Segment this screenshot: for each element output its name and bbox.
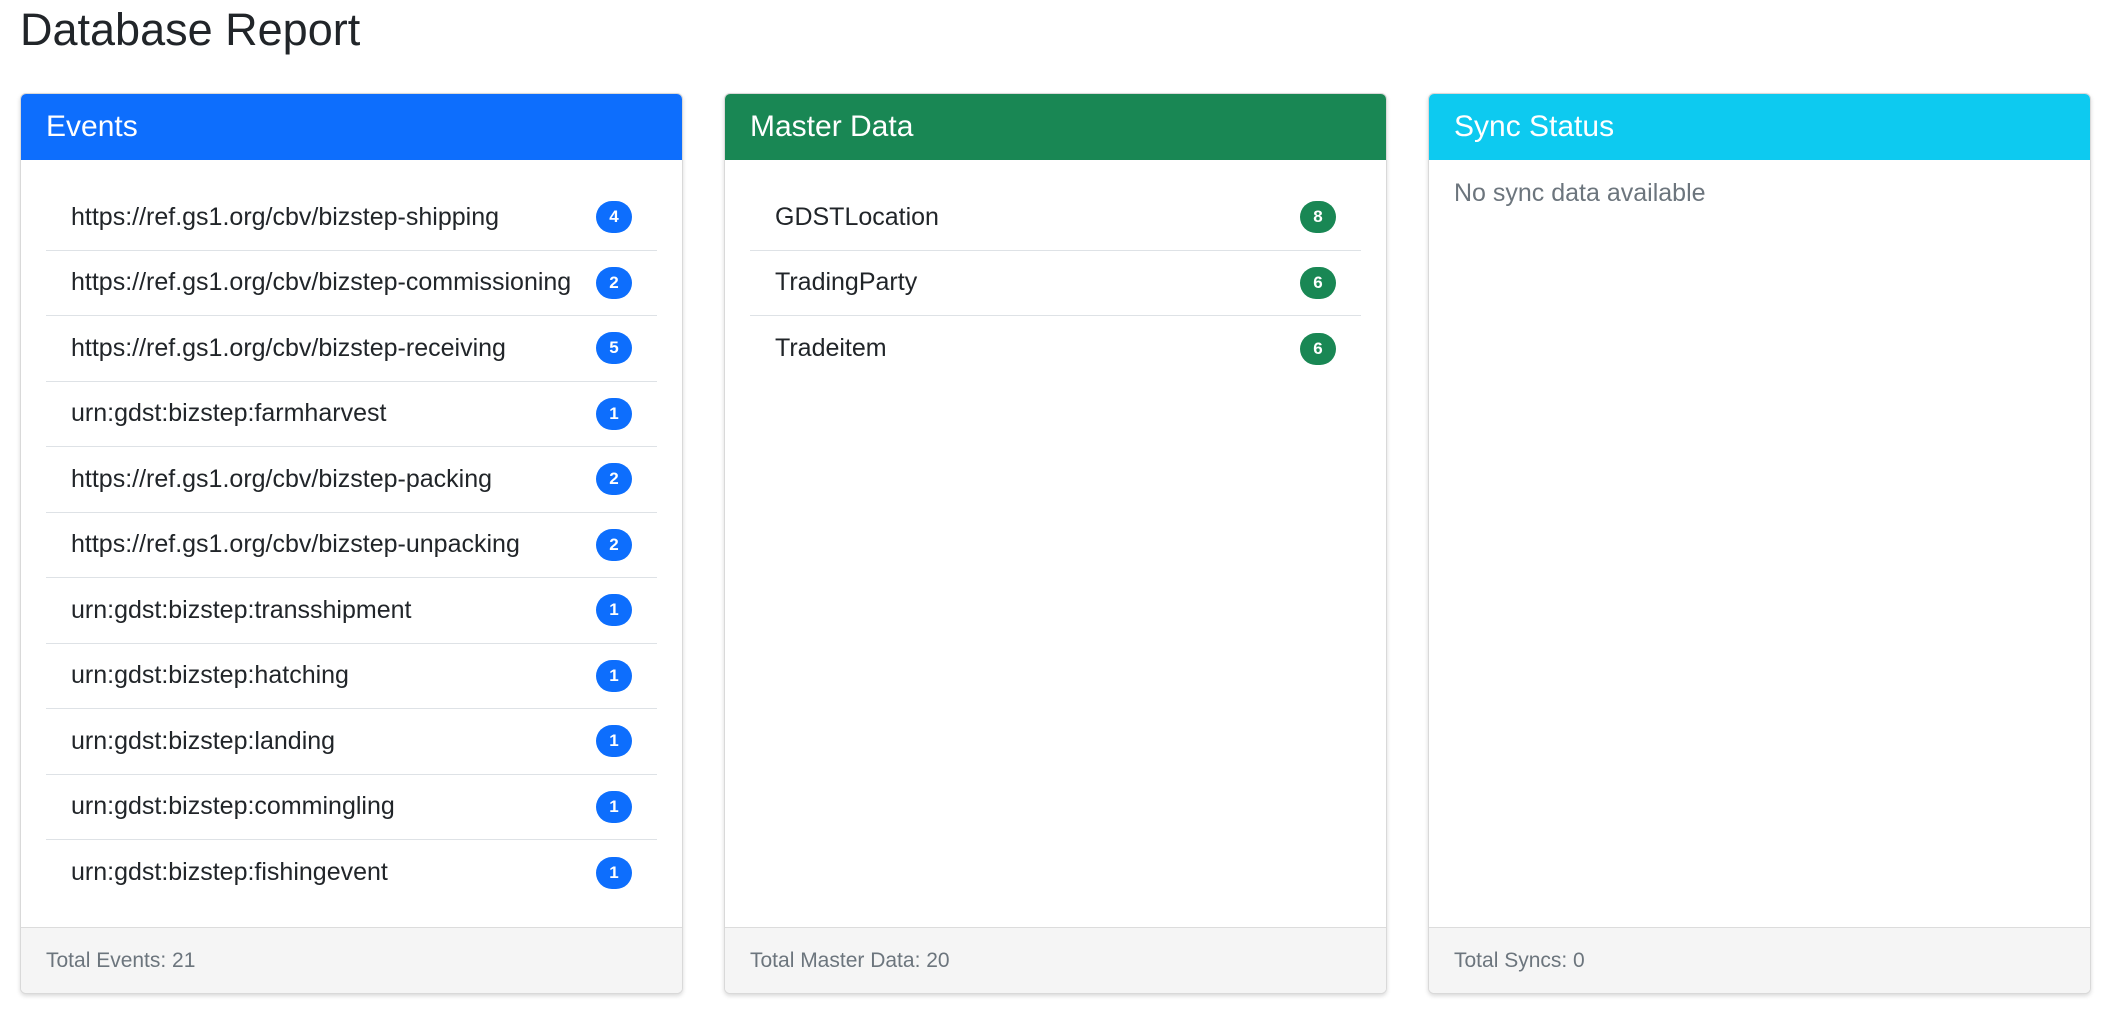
- count-badge: 2: [596, 528, 632, 561]
- event-type-label: urn:gdst:bizstep:farmharvest: [71, 399, 387, 428]
- event-type-label: https://ref.gs1.org/cbv/bizstep-packing: [71, 464, 493, 493]
- master-data-card-title: Master Data: [750, 110, 914, 143]
- sync-status-card-title: Sync Status: [1454, 110, 1615, 143]
- sync-status-card-footer: Total Syncs: 0: [1429, 927, 2090, 993]
- sync-status-card: Sync Status No sync data available Total…: [1428, 93, 2091, 994]
- list-item: GDSTLocation 8: [750, 185, 1361, 251]
- events-card-header: Events: [21, 94, 682, 160]
- count-badge: 5: [596, 332, 632, 365]
- report-cards: Events https://ref.gs1.org/cbv/bizstep-s…: [20, 93, 2091, 994]
- events-card: Events https://ref.gs1.org/cbv/bizstep-s…: [20, 93, 683, 994]
- list-item: urn:gdst:bizstep:hatching 1: [46, 644, 657, 709]
- database-report-page: Database Report Events https://ref.gs1.o…: [0, 0, 2109, 1018]
- list-item: https://ref.gs1.org/cbv/bizstep-commissi…: [46, 251, 657, 316]
- count-badge: 1: [596, 725, 632, 758]
- master-data-type-label: GDSTLocation: [775, 202, 939, 231]
- list-item: urn:gdst:bizstep:fishingevent 1: [46, 840, 657, 906]
- master-data-type-label: Tradeitem: [775, 334, 887, 363]
- list-item: https://ref.gs1.org/cbv/bizstep-packing …: [46, 447, 657, 513]
- master-data-card: Master Data GDSTLocation 8 TradingParty …: [724, 93, 1387, 994]
- event-type-label: urn:gdst:bizstep:hatching: [71, 661, 349, 690]
- master-data-list: GDSTLocation 8 TradingParty 6 Tradeitem …: [750, 185, 1361, 382]
- event-type-label: https://ref.gs1.org/cbv/bizstep-shipping: [71, 202, 500, 231]
- master-data-type-label: TradingParty: [775, 268, 918, 297]
- list-item: urn:gdst:bizstep:transshipment 1: [46, 578, 657, 644]
- list-item: https://ref.gs1.org/cbv/bizstep-unpackin…: [46, 513, 657, 578]
- page-title: Database Report: [20, 4, 361, 55]
- events-card-footer: Total Events: 21: [21, 927, 682, 993]
- list-item: urn:gdst:bizstep:commingling 1: [46, 775, 657, 840]
- event-type-label: urn:gdst:bizstep:transshipment: [71, 595, 412, 624]
- sync-status-card-header: Sync Status: [1429, 94, 2090, 160]
- count-badge: 1: [596, 659, 632, 692]
- events-card-body: https://ref.gs1.org/cbv/bizstep-shipping…: [21, 160, 682, 927]
- list-item: https://ref.gs1.org/cbv/bizstep-receivin…: [46, 316, 657, 382]
- total-master-data-text: Total Master Data: 20: [750, 948, 950, 972]
- count-badge: 2: [596, 266, 632, 299]
- event-type-label: https://ref.gs1.org/cbv/bizstep-unpackin…: [71, 530, 520, 559]
- list-item: urn:gdst:bizstep:landing 1: [46, 709, 657, 775]
- event-type-label: urn:gdst:bizstep:landing: [71, 726, 336, 755]
- count-badge: 1: [596, 594, 632, 627]
- empty-state-text: No sync data available: [1454, 179, 1706, 207]
- count-badge: 8: [1300, 201, 1336, 234]
- event-type-label: https://ref.gs1.org/cbv/bizstep-receivin…: [71, 333, 506, 362]
- events-list: https://ref.gs1.org/cbv/bizstep-shipping…: [46, 185, 657, 906]
- count-badge: 4: [596, 201, 632, 234]
- event-type-label: urn:gdst:bizstep:commingling: [71, 792, 395, 821]
- total-events-text: Total Events: 21: [46, 948, 196, 972]
- count-badge: 1: [596, 397, 632, 430]
- events-card-title: Events: [46, 110, 138, 143]
- master-data-card-header: Master Data: [725, 94, 1386, 160]
- list-item: TradingParty 6: [750, 251, 1361, 316]
- master-data-card-footer: Total Master Data: 20: [725, 927, 1386, 993]
- sync-status-card-body: No sync data available: [1429, 160, 2090, 927]
- list-item: urn:gdst:bizstep:farmharvest 1: [46, 382, 657, 447]
- count-badge: 1: [596, 790, 632, 823]
- event-type-label: urn:gdst:bizstep:fishingevent: [71, 858, 388, 887]
- count-badge: 2: [596, 463, 632, 496]
- count-badge: 6: [1300, 266, 1336, 299]
- total-syncs-text: Total Syncs: 0: [1454, 948, 1585, 972]
- event-type-label: https://ref.gs1.org/cbv/bizstep-commissi…: [71, 268, 572, 297]
- list-item: Tradeitem 6: [750, 316, 1361, 382]
- count-badge: 1: [596, 856, 632, 889]
- list-item: https://ref.gs1.org/cbv/bizstep-shipping…: [46, 185, 657, 251]
- master-data-card-body: GDSTLocation 8 TradingParty 6 Tradeitem …: [725, 160, 1386, 927]
- count-badge: 6: [1300, 332, 1336, 365]
